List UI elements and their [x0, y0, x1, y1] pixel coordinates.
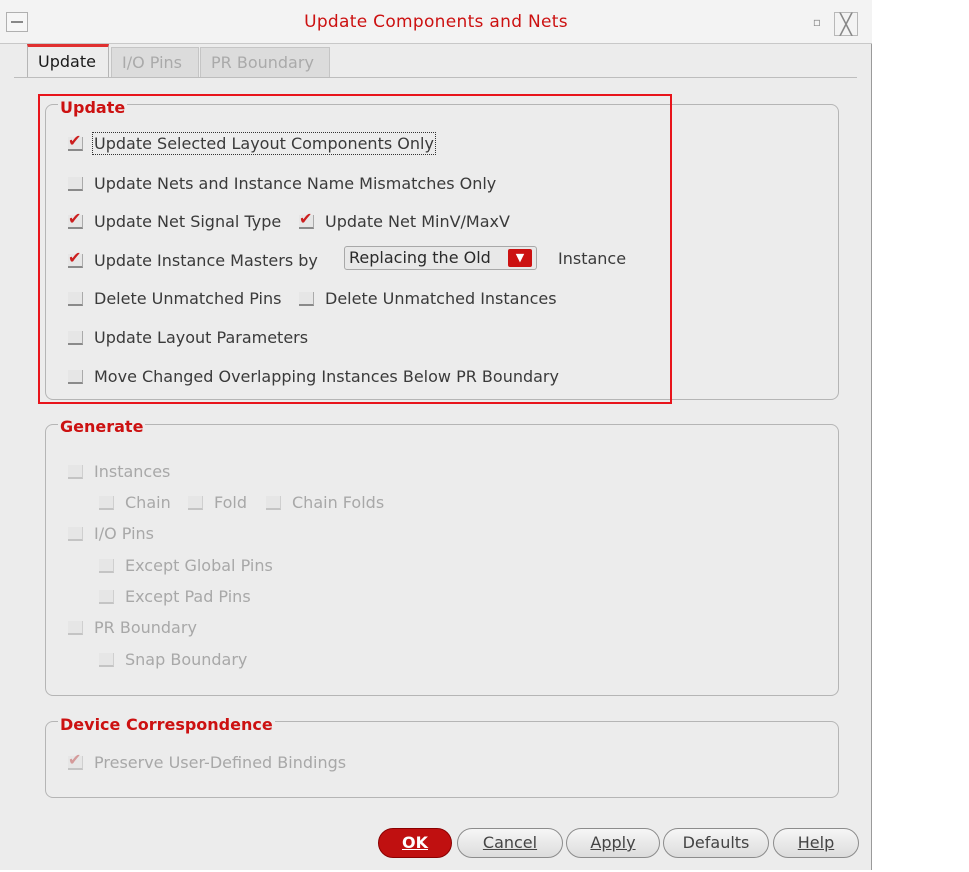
checkbox-icon[interactable] — [68, 526, 83, 541]
device-correspondence-title: Device Correspondence — [58, 715, 275, 734]
defaults-button-label: Defaults — [682, 833, 750, 852]
checkbox-icon[interactable] — [68, 620, 83, 635]
checkbox-icon[interactable] — [99, 589, 114, 604]
checkbox-label: PR Boundary — [94, 618, 197, 637]
defaults-button[interactable]: Defaults — [663, 828, 769, 858]
except-global-pins-checkbox[interactable]: Except Global Pins — [99, 556, 273, 575]
checkbox-label: Chain Folds — [292, 493, 385, 512]
generate-fold-checkbox[interactable]: Fold — [188, 493, 247, 512]
checkbox-label: Snap Boundary — [125, 650, 248, 669]
checkbox-label: Chain — [125, 493, 171, 512]
tab-io-pins[interactable]: I/O Pins — [111, 47, 199, 77]
help-button[interactable]: Help — [773, 828, 859, 858]
title-bar: Update Components and Nets ▫ ╳ — [0, 0, 872, 44]
checkbox-icon[interactable] — [266, 495, 281, 510]
ok-button[interactable]: OK — [378, 828, 452, 858]
window-title: Update Components and Nets — [304, 12, 568, 32]
checkbox-label: Instances — [94, 462, 171, 481]
cancel-button-label: Cancel — [482, 833, 538, 852]
generate-chain-folds-checkbox[interactable]: Chain Folds — [266, 493, 384, 512]
generate-instances-checkbox[interactable]: Instances — [68, 462, 170, 481]
cancel-button[interactable]: Cancel — [457, 828, 563, 858]
checkbox-icon[interactable] — [68, 750, 83, 770]
checkbox-icon[interactable] — [99, 652, 114, 667]
dialog-window: Update Components and Nets ▫ ╳ Update I/… — [0, 0, 872, 870]
checkbox-label: I/O Pins — [94, 524, 155, 543]
preserve-bindings-checkbox[interactable]: Preserve User-Defined Bindings — [68, 750, 347, 772]
tab-pr-boundary[interactable]: PR Boundary — [200, 47, 330, 77]
apply-button[interactable]: Apply — [566, 828, 660, 858]
generate-chain-checkbox[interactable]: Chain — [99, 493, 171, 512]
generate-pr-boundary-checkbox[interactable]: PR Boundary — [68, 618, 197, 637]
close-icon[interactable]: ╳ — [834, 12, 858, 36]
tab-update[interactable]: Update — [27, 44, 109, 77]
checkbox-icon[interactable] — [68, 464, 83, 479]
apply-button-label: Apply — [590, 833, 636, 852]
generate-io-pins-checkbox[interactable]: I/O Pins — [68, 524, 154, 543]
checkbox-icon[interactable] — [99, 495, 114, 510]
red-highlight-frame — [38, 94, 672, 404]
snap-boundary-checkbox[interactable]: Snap Boundary — [99, 650, 247, 669]
checkbox-label: Except Pad Pins — [125, 587, 251, 606]
checkbox-label: Fold — [214, 493, 248, 512]
except-pad-pins-checkbox[interactable]: Except Pad Pins — [99, 587, 251, 606]
checkbox-label: Except Global Pins — [125, 556, 273, 575]
help-button-label: Help — [797, 833, 835, 852]
checkbox-icon[interactable] — [99, 558, 114, 573]
tab-divider — [14, 77, 857, 78]
ok-button-label: OK — [402, 833, 428, 852]
generate-group-title: Generate — [58, 417, 146, 436]
checkbox-label: Preserve User-Defined Bindings — [94, 753, 347, 772]
minimize-icon[interactable]: ▫ — [806, 12, 828, 32]
checkbox-icon[interactable] — [188, 495, 203, 510]
